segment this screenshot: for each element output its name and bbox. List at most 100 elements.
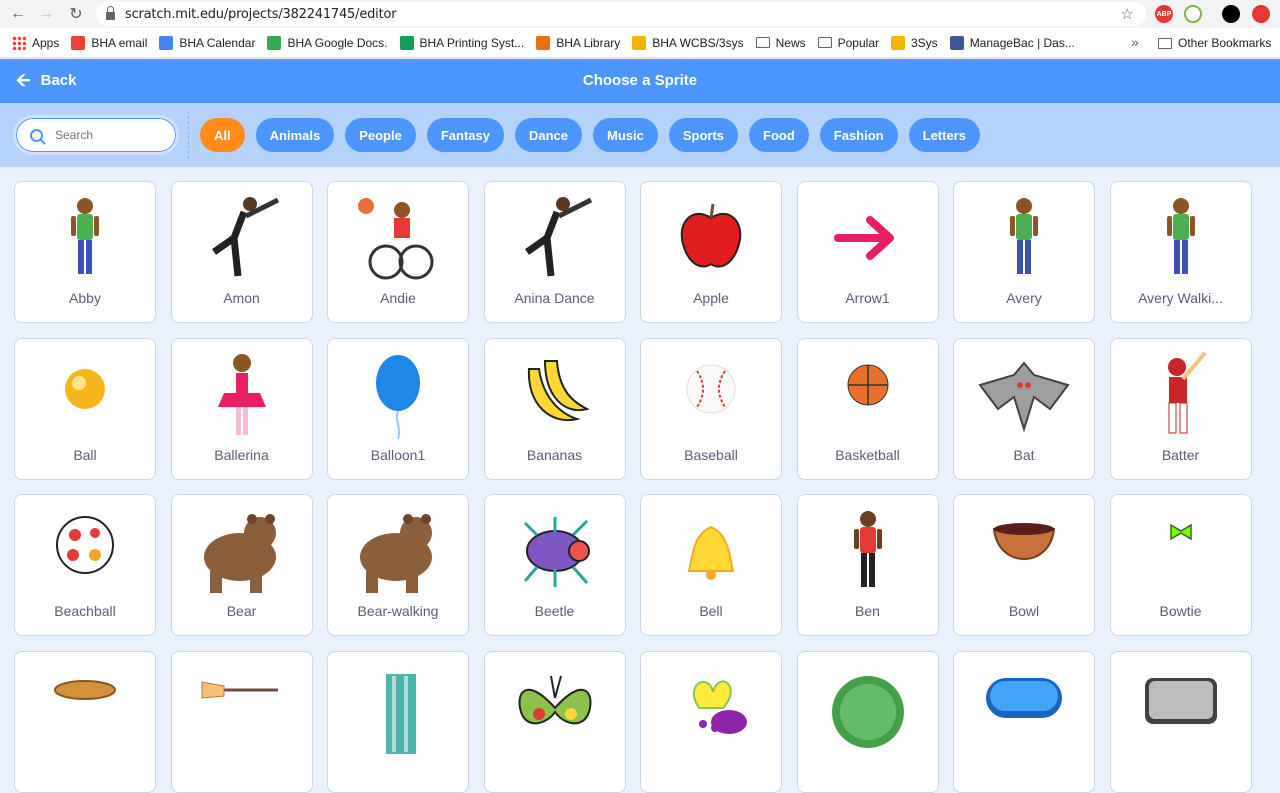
- printing-icon: [399, 35, 414, 50]
- blue-button-icon: [954, 660, 1094, 756]
- bookmark-item[interactable]: BHA WCBS/3sys: [632, 35, 744, 50]
- sprite-card[interactable]: Balloon1: [327, 337, 469, 480]
- adblock-icon[interactable]: ABP: [1155, 5, 1173, 23]
- tag-sports[interactable]: Sports: [668, 118, 739, 152]
- ballerina-icon: [172, 347, 312, 443]
- boy-figure-icon: [798, 503, 938, 599]
- basketball-icon: [798, 347, 938, 443]
- sprite-card[interactable]: [170, 650, 313, 793]
- sprite-card[interactable]: Batter: [1109, 337, 1252, 480]
- bookmarks-overflow-icon[interactable]: »: [1131, 34, 1139, 50]
- sprite-card[interactable]: Avery: [953, 181, 1095, 323]
- search-box[interactable]: [13, 115, 179, 155]
- sprite-card[interactable]: [796, 650, 939, 793]
- search-input[interactable]: [55, 128, 155, 142]
- drive-icon: [267, 35, 282, 50]
- tag-animals[interactable]: Animals: [255, 118, 335, 152]
- sprite-card[interactable]: [483, 650, 626, 793]
- broom-icon: [172, 660, 312, 756]
- sprite-card[interactable]: Bear-walking: [327, 494, 469, 636]
- balloon-icon: [328, 347, 468, 443]
- tag-fashion[interactable]: Fashion: [819, 118, 898, 152]
- sprite-name: Abby: [69, 290, 101, 306]
- calendar-icon: [159, 35, 174, 50]
- sprite-card[interactable]: Ball: [14, 337, 156, 480]
- bookmark-item[interactable]: ManageBac | Das...: [949, 35, 1075, 50]
- bookmark-item[interactable]: BHA Printing Syst...: [399, 35, 524, 50]
- sprite-card[interactable]: Abby: [14, 181, 156, 323]
- bookmark-item[interactable]: News: [755, 36, 806, 50]
- sprite-card[interactable]: Baseball: [640, 337, 782, 480]
- sprite-card[interactable]: Beetle: [483, 494, 626, 636]
- sprite-name: Ben: [855, 603, 880, 619]
- bookmark-item[interactable]: BHA Calendar: [159, 35, 255, 50]
- sprite-card[interactable]: Bowl: [953, 494, 1095, 636]
- extension-red-icon[interactable]: [1252, 5, 1270, 23]
- sprite-card[interactable]: Ballerina: [170, 337, 313, 480]
- back-nav-icon[interactable]: ←: [4, 0, 32, 28]
- sprite-card[interactable]: Anina Dance: [483, 181, 626, 323]
- sprite-card[interactable]: Bear: [170, 494, 313, 636]
- butterfly2-icon: [641, 660, 781, 756]
- sprite-card[interactable]: [14, 650, 156, 793]
- sprite-name: Bananas: [526, 446, 583, 463]
- girl-figure-icon: [15, 190, 155, 286]
- batter-icon: [1111, 347, 1251, 443]
- other-bookmarks[interactable]: Other Bookmarks: [1158, 36, 1271, 50]
- library-icon: [536, 35, 551, 50]
- reload-icon[interactable]: ↻: [62, 0, 90, 28]
- sprite-card[interactable]: Bananas: [483, 337, 626, 480]
- bookmark-item[interactable]: Apps: [12, 35, 59, 50]
- sprite-name: Anina Dance: [514, 290, 595, 306]
- sprite-card[interactable]: [1109, 650, 1252, 793]
- baseball-icon: [641, 347, 781, 443]
- sprite-card[interactable]: [640, 650, 782, 793]
- tag-food[interactable]: Food: [749, 118, 809, 152]
- green-button-icon: [798, 660, 938, 756]
- profile-avatar[interactable]: [1222, 5, 1240, 23]
- forward-nav-icon[interactable]: →: [32, 0, 60, 28]
- sprite-card[interactable]: Arrow1: [796, 181, 939, 323]
- bookmark-item[interactable]: BHA Google Docs.: [267, 35, 388, 50]
- tag-people[interactable]: People: [345, 118, 416, 152]
- sprite-card[interactable]: Basketball: [796, 337, 939, 480]
- filter-divider: [188, 111, 189, 159]
- tag-all[interactable]: All: [200, 118, 245, 152]
- bookmark-item[interactable]: Popular: [817, 36, 879, 50]
- tag-fantasy[interactable]: Fantasy: [426, 118, 504, 152]
- wheelchair-figure-icon: [328, 190, 468, 286]
- sprite-name: Avery: [1006, 290, 1042, 306]
- ball-icon: [15, 347, 155, 443]
- sprite-card[interactable]: [953, 650, 1095, 793]
- bookmark-item[interactable]: 3Sys: [891, 35, 938, 50]
- sprite-card[interactable]: Bell: [640, 494, 782, 636]
- dancer-figure-icon: [485, 190, 625, 286]
- tag-letters[interactable]: Letters: [908, 118, 980, 152]
- sprite-card[interactable]: Ben: [796, 494, 939, 636]
- folder-icon: [1158, 37, 1172, 49]
- tag-music[interactable]: Music: [593, 118, 658, 152]
- sprite-name: Basketball: [835, 446, 900, 463]
- tag-dance[interactable]: Dance: [514, 118, 582, 152]
- sprite-card[interactable]: Avery Walki...: [1109, 181, 1252, 323]
- gmail-icon: [71, 35, 86, 50]
- bookmark-item[interactable]: BHA Library: [536, 35, 620, 50]
- bookmark-item[interactable]: BHA email: [71, 35, 147, 50]
- bell-icon: [641, 503, 781, 599]
- sprite-card[interactable]: Apple: [640, 181, 782, 323]
- building-icon: [328, 660, 468, 756]
- sprite-card[interactable]: Amon: [170, 181, 313, 323]
- lock-icon: [106, 6, 115, 20]
- extension-icon[interactable]: [1184, 5, 1202, 23]
- sprite-name: Ballerina: [214, 446, 269, 463]
- sprite-card[interactable]: Bowtie: [1109, 494, 1252, 636]
- sprite-name: Bowl: [1008, 603, 1040, 619]
- address-bar[interactable]: scratch.mit.edu/projects/382241745/edito…: [96, 2, 1146, 26]
- sprite-name: Amon: [223, 290, 260, 306]
- sprite-card[interactable]: Bat: [953, 337, 1095, 480]
- bookmark-star-icon[interactable]: ☆: [1121, 5, 1134, 23]
- sprite-name: Ball: [73, 446, 97, 463]
- sprite-card[interactable]: [327, 650, 469, 793]
- sprite-card[interactable]: Beachball: [14, 494, 156, 636]
- sprite-card[interactable]: Andie: [327, 181, 469, 323]
